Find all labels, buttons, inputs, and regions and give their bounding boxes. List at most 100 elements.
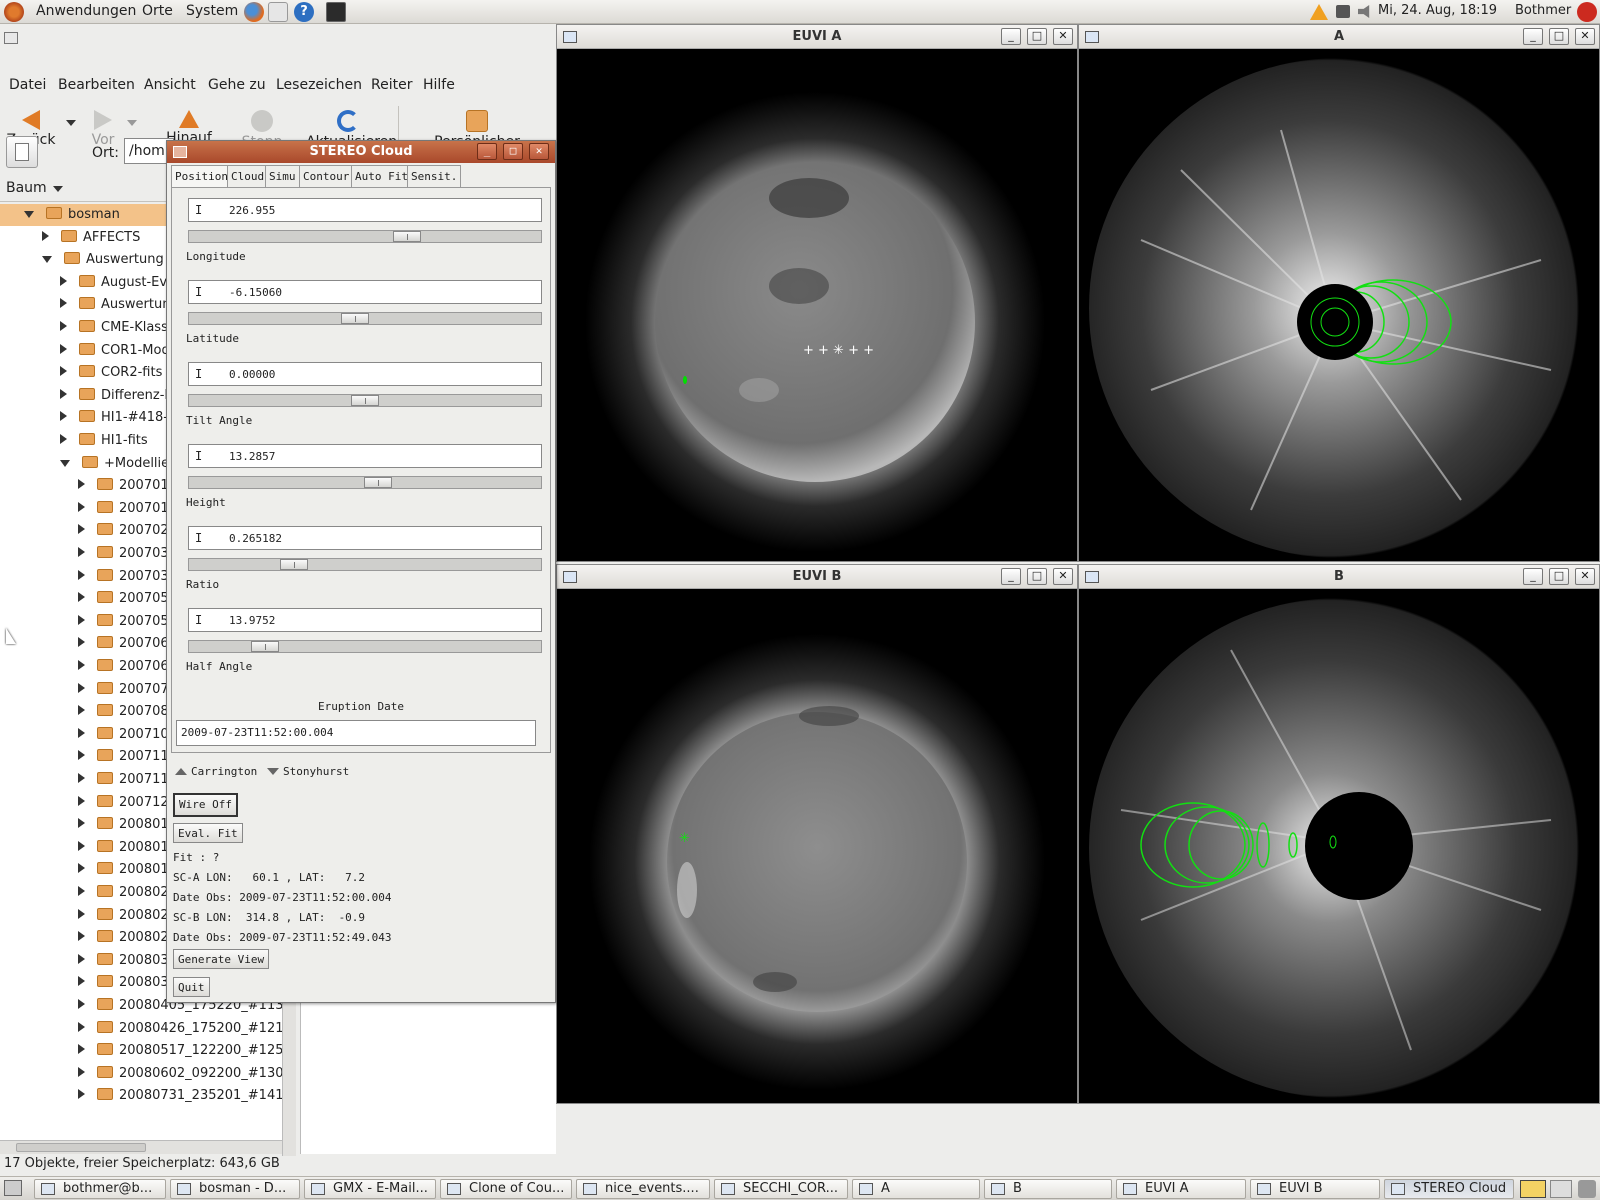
expander-closed-icon[interactable]	[60, 434, 67, 444]
radio-stonyhurst[interactable]: Stonyhurst	[267, 765, 349, 778]
expander-closed-icon[interactable]	[78, 479, 85, 490]
maximize-button[interactable]: □	[1027, 28, 1047, 45]
menu-gehe-zu[interactable]: Gehe zu	[208, 77, 266, 93]
taskbar-button[interactable]: EUVI A	[1116, 1179, 1246, 1199]
tab-auto-fit[interactable]: Auto Fit	[351, 165, 412, 187]
expander-closed-icon[interactable]	[60, 321, 67, 331]
menu-hilfe[interactable]: Hilfe	[423, 77, 455, 93]
tree-item[interactable]: 20080517_122200_#125_	[0, 1040, 290, 1062]
close-button[interactable]: ✕	[1575, 28, 1595, 45]
cor-a-coronagraph-image[interactable]	[1081, 50, 1597, 561]
minimize-button[interactable]: _	[1001, 28, 1021, 45]
tree-item[interactable]: 20080731_235201_#141_	[0, 1085, 290, 1107]
back-history-dropdown-icon[interactable]	[66, 120, 76, 126]
titlebar[interactable]: STEREO Cloud _ □ ✕	[167, 141, 555, 163]
param-input[interactable]: I 13.9752	[188, 608, 542, 632]
expander-closed-icon[interactable]	[78, 547, 85, 557]
forward-history-dropdown-icon[interactable]	[127, 120, 137, 126]
expander-closed-icon[interactable]	[78, 931, 85, 942]
close-button[interactable]: ✕	[1575, 568, 1595, 585]
maximize-button[interactable]: □	[1027, 568, 1047, 585]
tree-item[interactable]: 20080602_092200_#130_	[0, 1063, 290, 1085]
titlebar[interactable]: EUVI B _ □ ✕	[557, 565, 1077, 589]
clock[interactable]: Mi, 24. Aug, 18:19	[1378, 3, 1497, 18]
radio-carrington[interactable]: Carrington	[175, 765, 257, 778]
network-icon[interactable]	[1336, 5, 1350, 18]
slider-thumb[interactable]	[251, 641, 279, 652]
quit-button[interactable]: Quit	[173, 977, 210, 997]
warning-icon[interactable]	[1310, 4, 1328, 20]
expander-closed-icon[interactable]	[78, 863, 85, 874]
expander-closed-icon[interactable]	[78, 727, 85, 738]
close-button[interactable]: ✕	[529, 143, 549, 160]
param-slider[interactable]	[188, 640, 542, 653]
taskbar-button[interactable]: bosman - D...	[170, 1179, 300, 1199]
tab-simu[interactable]: Simu	[265, 165, 300, 187]
menu-lesezeichen[interactable]: Lesezeichen	[276, 77, 362, 93]
expander-closed-icon[interactable]	[78, 1044, 85, 1055]
trash-icon[interactable]	[1578, 1180, 1596, 1198]
param-slider[interactable]	[188, 230, 542, 243]
close-button[interactable]: ✕	[1053, 568, 1073, 585]
expander-closed-icon[interactable]	[78, 682, 85, 693]
titlebar[interactable]: EUVI A _ □ ✕	[557, 25, 1077, 49]
edit-location-button[interactable]	[6, 136, 38, 168]
menu-applications[interactable]: Anwendungen	[36, 3, 136, 19]
expander-closed-icon[interactable]	[78, 614, 85, 625]
titlebar[interactable]: B _ □ ✕	[1079, 565, 1599, 589]
expander-closed-icon[interactable]	[60, 298, 67, 309]
tree-horizontal-scrollbar[interactable]	[0, 1140, 282, 1154]
expander-closed-icon[interactable]	[78, 569, 85, 580]
taskbar-button[interactable]: STEREO Cloud	[1384, 1179, 1514, 1199]
expander-closed-icon[interactable]	[78, 1089, 85, 1100]
help-icon[interactable]: ?	[294, 2, 314, 22]
expander-closed-icon[interactable]	[78, 1066, 85, 1077]
show-desktop-icon[interactable]	[4, 1180, 22, 1196]
slider-thumb[interactable]	[393, 231, 421, 242]
param-slider[interactable]	[188, 312, 542, 325]
workspace-switcher[interactable]	[1520, 1180, 1546, 1198]
expander-closed-icon[interactable]	[78, 705, 85, 716]
euvi-a-sun-image[interactable]: + + ✳ + +	[559, 50, 1075, 561]
expander-closed-icon[interactable]	[78, 999, 85, 1009]
tab-contour[interactable]: Contour	[299, 165, 354, 187]
slider-thumb[interactable]	[364, 477, 392, 488]
titlebar[interactable]: A _ □ ✕	[1079, 25, 1599, 49]
taskbar-button[interactable]: B	[984, 1179, 1112, 1199]
sidebar-mode-select[interactable]: Baum	[6, 180, 64, 196]
expander-closed-icon[interactable]	[60, 343, 67, 354]
eruption-date-input[interactable]: 2009-07-23T11:52:00.004	[176, 720, 536, 746]
terminal-icon[interactable]	[326, 2, 346, 22]
taskbar-button[interactable]: A	[852, 1179, 980, 1199]
slider-thumb[interactable]	[351, 395, 379, 406]
menu-bearbeiten[interactable]: Bearbeiten	[58, 77, 135, 93]
volume-icon[interactable]	[1358, 5, 1370, 18]
shutdown-icon[interactable]	[1577, 2, 1597, 22]
taskbar-button[interactable]: SECCHI_COR...	[714, 1179, 848, 1199]
expander-open-icon[interactable]	[24, 211, 34, 218]
tab-sensit[interactable]: Sensit.	[407, 165, 462, 187]
eval-fit-button[interactable]: Eval. Fit	[173, 823, 243, 843]
expander-closed-icon[interactable]	[60, 275, 67, 286]
expander-open-icon[interactable]	[42, 256, 52, 264]
expander-closed-icon[interactable]	[78, 637, 85, 648]
wire-off-button[interactable]: Wire Off	[173, 793, 238, 817]
expander-open-icon[interactable]	[60, 459, 70, 467]
taskbar-button[interactable]: GMX - E-Mail...	[304, 1179, 436, 1199]
param-input[interactable]: I 13.2857	[188, 444, 542, 468]
menu-system[interactable]: System	[186, 3, 238, 19]
taskbar-button[interactable]: EUVI B	[1250, 1179, 1380, 1199]
expander-closed-icon[interactable]	[78, 908, 85, 919]
firefox-icon[interactable]	[244, 2, 264, 22]
taskbar-button[interactable]: bothmer@b...	[34, 1179, 166, 1199]
ubuntu-logo-icon[interactable]	[4, 2, 24, 22]
expander-closed-icon[interactable]	[78, 773, 85, 783]
menu-datei[interactable]: Datei	[9, 77, 46, 93]
minimize-button[interactable]: _	[477, 143, 497, 160]
expander-closed-icon[interactable]	[78, 750, 85, 761]
menu-places[interactable]: Orte	[142, 3, 173, 19]
param-slider[interactable]	[188, 394, 542, 407]
expander-closed-icon[interactable]	[78, 818, 85, 829]
minimize-button[interactable]: _	[1523, 568, 1543, 585]
expander-closed-icon[interactable]	[78, 886, 85, 896]
